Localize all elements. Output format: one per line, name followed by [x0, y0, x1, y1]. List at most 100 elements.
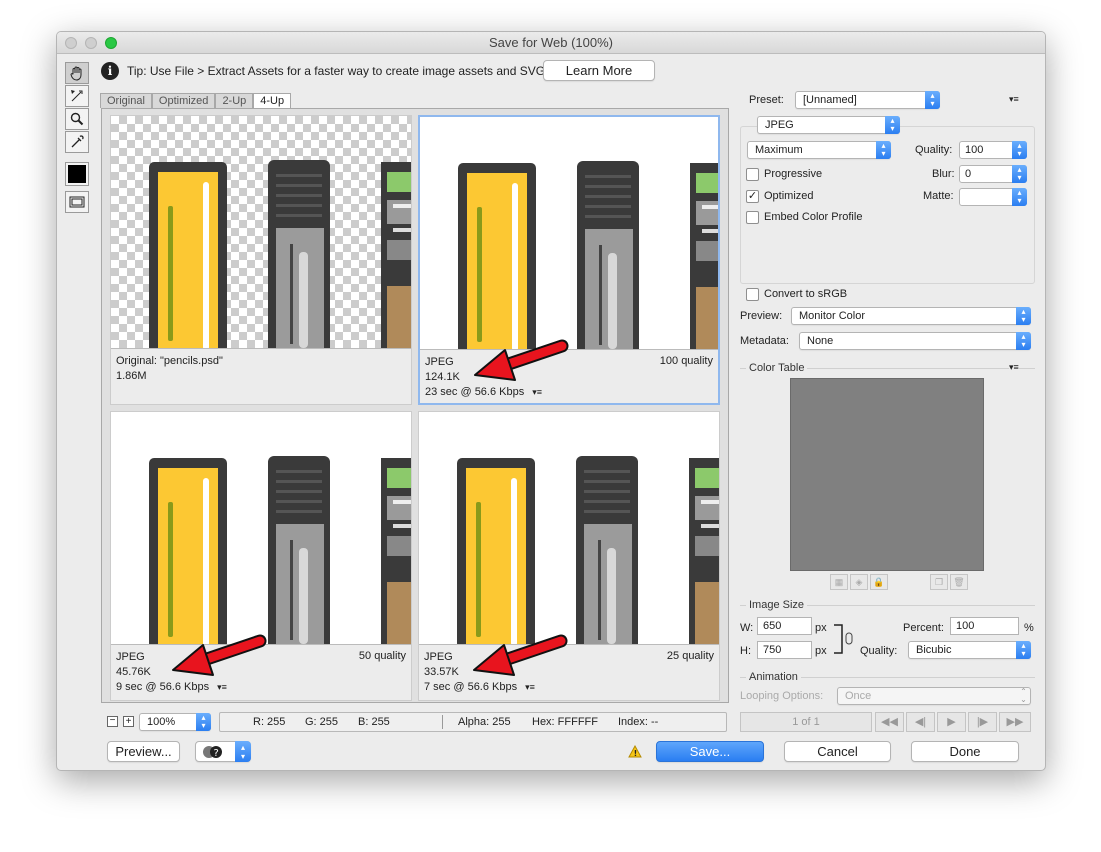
link-proportions-icon[interactable]: [832, 622, 858, 656]
preset-select[interactable]: [Unnamed] ▴ ▾: [795, 91, 940, 109]
color-readout: R: 255 G: 255 B: 255 Alpha: 255 Hex: FFF…: [219, 712, 727, 732]
preset-value: [Unnamed]: [803, 94, 857, 106]
zoom-level-select[interactable]: 100% ▴ ▾: [139, 713, 211, 731]
chevron-updown-icon: ▴ ▾: [925, 91, 940, 109]
cancel-button[interactable]: Cancel: [784, 741, 891, 762]
height-value: 750: [763, 644, 782, 656]
zoom-value: 100%: [147, 716, 176, 728]
quality-label: Quality:: [915, 144, 953, 156]
height-input[interactable]: 750: [757, 641, 812, 659]
chevron-updown-icon: ▴ ▾: [235, 741, 251, 762]
divider: [442, 715, 443, 729]
blur-input[interactable]: 0 ▴ ▾: [959, 165, 1027, 183]
red-arrow-icon: [474, 339, 569, 381]
green-readout: G: 255: [305, 716, 339, 728]
frame-counter-value: 1 of 1: [792, 716, 820, 728]
chevron-updown-icon: ▴ ▾: [1016, 307, 1031, 325]
color-preview-select[interactable]: Monitor Color ▴ ▾: [791, 307, 1031, 325]
last-frame-icon[interactable]: ▶▶: [999, 712, 1031, 732]
metadata-value: None: [807, 335, 834, 347]
quality-value: 100: [965, 144, 984, 156]
progressive-checkbox[interactable]: [746, 168, 759, 181]
chevron-updown-icon: ▴ ▾: [1016, 332, 1031, 350]
color-preview-value: Monitor Color: [799, 310, 866, 322]
color-table-heading: Color Table: [746, 362, 808, 374]
metadata-select[interactable]: None ▴ ▾: [799, 332, 1031, 350]
optimized-label: Optimized: [764, 190, 814, 202]
next-frame-icon[interactable]: |▶: [968, 712, 997, 732]
preset-menu-icon[interactable]: ▾≡: [1009, 94, 1019, 105]
alpha-readout: Alpha: 255: [458, 716, 511, 728]
browser-icon: ?: [203, 746, 222, 759]
height-unit: px: [815, 645, 827, 657]
red-readout: R: 255: [253, 716, 286, 728]
web-shift-icon[interactable]: ◈: [850, 574, 868, 590]
metadata-label: Metadata:: [740, 335, 789, 347]
height-label: H:: [740, 645, 751, 657]
format-value: JPEG: [765, 119, 794, 131]
lock-color-icon[interactable]: 🔒: [870, 574, 888, 590]
map-to-transparent-icon[interactable]: ▦: [830, 574, 848, 590]
looping-options-select[interactable]: Once ⌃ ⌄: [837, 687, 1031, 705]
hex-readout: Hex: FFFFFF: [532, 716, 598, 728]
chevron-updown-icon: ⌃ ⌄: [1020, 687, 1027, 704]
matte-select[interactable]: ▴ ▾: [959, 188, 1027, 206]
first-frame-icon[interactable]: ◀◀: [875, 712, 904, 732]
percent-unit: %: [1024, 622, 1034, 634]
width-unit: px: [815, 622, 827, 634]
progressive-label: Progressive: [764, 168, 823, 180]
save-button[interactable]: Save...: [656, 741, 764, 762]
svg-text:!: !: [634, 749, 638, 758]
blur-value: 0: [965, 168, 972, 180]
optimized-checkbox[interactable]: ✓: [746, 190, 759, 203]
play-icon[interactable]: ▶: [937, 712, 966, 732]
new-color-icon[interactable]: ❐: [930, 574, 948, 590]
save-for-web-dialog: Save for Web (100%) i Tip: Use File > Ex…: [56, 31, 1046, 771]
resample-quality-select[interactable]: Bicubic ▴ ▾: [908, 641, 1031, 659]
frame-counter: 1 of 1: [740, 712, 872, 732]
convert-srgb-checkbox[interactable]: [746, 288, 759, 301]
color-table-menu-icon[interactable]: ▾≡: [1009, 362, 1019, 373]
width-value: 650: [763, 620, 782, 632]
chevron-updown-icon: ▴ ▾: [1016, 641, 1031, 659]
chevron-updown-icon[interactable]: ▴ ▾: [1012, 188, 1027, 206]
image-size-heading: Image Size: [746, 599, 808, 611]
animation-heading: Animation: [746, 671, 801, 683]
status-bar: − + 100% ▴ ▾ R: 255 G: 255 B: 255 Alpha: 2…: [101, 712, 729, 733]
quality-input[interactable]: 100 ▴ ▾: [959, 141, 1027, 159]
resample-quality-label: Quality:: [860, 645, 898, 657]
percent-label: Percent:: [903, 622, 944, 634]
preset-label: Preset:: [749, 94, 784, 106]
zoom-in-button[interactable]: +: [123, 716, 134, 727]
embed-color-profile-checkbox[interactable]: [746, 211, 759, 224]
warning-icon: !: [628, 745, 642, 758]
percent-value: 100: [956, 620, 975, 632]
compression-quality-select[interactable]: Maximum ▴ ▾: [747, 141, 891, 159]
previous-frame-icon[interactable]: ◀|: [906, 712, 935, 732]
compression-value: Maximum: [755, 144, 803, 156]
blur-label: Blur:: [932, 168, 955, 180]
chevron-updown-icon: ▴ ▾: [876, 141, 891, 159]
chevron-updown-icon[interactable]: ▴ ▾: [1012, 141, 1027, 159]
embed-color-profile-label: Embed Color Profile: [764, 211, 863, 223]
convert-srgb-label: Convert to sRGB: [764, 288, 848, 300]
width-input[interactable]: 650: [757, 617, 812, 635]
resample-quality-value: Bicubic: [916, 644, 952, 656]
done-button[interactable]: Done: [911, 741, 1019, 762]
preview-in-browser-button[interactable]: Preview...: [107, 741, 180, 762]
zoom-out-button[interactable]: −: [107, 716, 118, 727]
blue-readout: B: 255: [358, 716, 390, 728]
red-arrow-icon: [172, 634, 267, 676]
svg-text:?: ?: [214, 748, 219, 759]
looping-options-label: Looping Options:: [740, 690, 824, 702]
file-format-select[interactable]: JPEG ▴ ▾: [757, 116, 900, 134]
color-table[interactable]: [790, 378, 984, 571]
color-preview-label: Preview:: [740, 310, 783, 322]
chevron-updown-icon[interactable]: ▴ ▾: [1012, 165, 1027, 183]
chevron-updown-icon: ▴ ▾: [885, 116, 900, 134]
percent-input[interactable]: 100: [950, 617, 1019, 635]
browser-select[interactable]: ? ▴ ▾: [195, 741, 251, 762]
matte-label: Matte:: [923, 190, 954, 202]
looping-value: Once: [845, 690, 872, 702]
trash-icon[interactable]: 🗑: [950, 574, 968, 590]
